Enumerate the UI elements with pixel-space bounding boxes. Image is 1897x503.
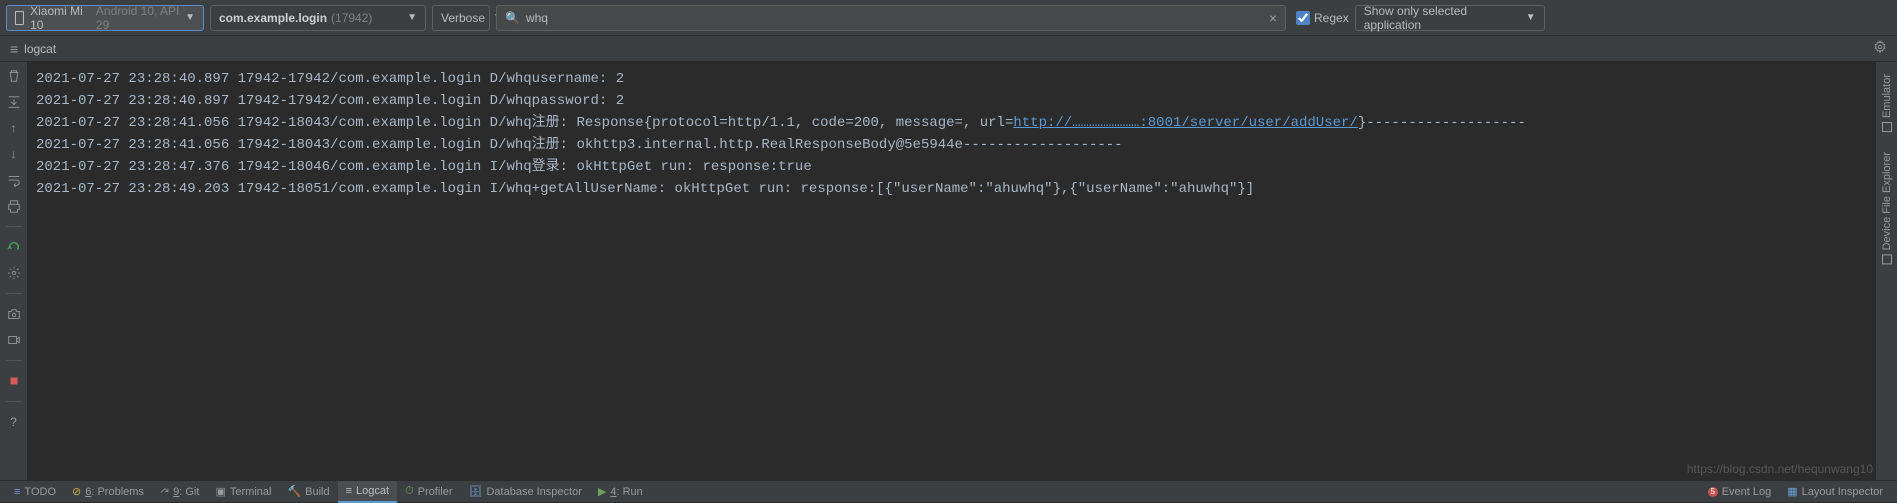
separator — [6, 360, 22, 361]
process-pid: (17942) — [331, 11, 372, 25]
settings-icon[interactable] — [6, 265, 22, 281]
log-output[interactable]: 2021-07-27 23:28:40.897 17942-17942/com.… — [28, 62, 1875, 480]
event-log-button[interactable]: 5 Event Log — [1700, 481, 1780, 503]
restart-icon[interactable] — [6, 239, 22, 255]
up-arrow-icon[interactable]: ↑ — [6, 120, 22, 136]
tab-label: Device File Explorer — [1881, 152, 1893, 250]
tab-problems[interactable]: ⊘ 6: Problems — [64, 481, 152, 503]
chevron-down-icon: ▼ — [407, 12, 417, 23]
stop-icon[interactable] — [6, 373, 22, 389]
log-line: 2021-07-27 23:28:40.897 17942-17942/com.… — [36, 68, 1867, 90]
tab-logcat[interactable]: ≡Logcat — [338, 481, 397, 503]
label: Event Log — [1722, 486, 1772, 498]
label: Database Inspector — [486, 486, 581, 498]
chevron-down-icon: ▼ — [185, 12, 195, 23]
logcat-left-gutter: ↑ ↓ ? — [0, 62, 28, 480]
screenshot-icon[interactable] — [6, 306, 22, 322]
logcat-main-area: ↑ ↓ ? 2021-07-27 23:28:40.897 17942-1794… — [0, 62, 1875, 480]
device-selector[interactable]: Xiaomi Mi 10 Android 10, API 29 ▼ — [6, 5, 204, 31]
right-tool-tabs: Emulator Device File Explorer — [1875, 62, 1897, 480]
filter-label: Show only selected application — [1364, 4, 1526, 32]
log-line: 2021-07-27 23:28:49.203 17942-18051/com.… — [36, 178, 1867, 200]
separator — [6, 226, 22, 227]
log-search-input[interactable] — [526, 11, 1263, 25]
scroll-to-end-icon[interactable] — [6, 94, 22, 110]
tab-git[interactable]: ↱ 9: Git — [152, 481, 208, 503]
log-line: 2021-07-27 23:28:41.056 17942-18043/com.… — [36, 134, 1867, 156]
tab-terminal[interactable]: ▣Terminal — [207, 481, 279, 503]
regex-checkbox[interactable]: Regex — [1296, 11, 1349, 25]
help-icon[interactable]: ? — [6, 414, 22, 430]
error-badge: 5 — [1708, 487, 1718, 497]
label: Profiler — [418, 486, 453, 498]
process-name: com.example.login — [219, 11, 327, 25]
tab-database-inspector[interactable]: 🗄Database Inspector — [461, 481, 590, 503]
search-icon: 🔍 — [505, 11, 520, 25]
log-level-selector[interactable]: Verbose ▼ — [432, 5, 490, 31]
down-arrow-icon[interactable]: ↓ — [6, 146, 22, 162]
log-search-field[interactable]: 🔍 × — [496, 5, 1286, 31]
logcat-icon: ≡ — [10, 41, 18, 57]
gear-icon[interactable] — [1873, 40, 1887, 57]
regex-label: Regex — [1314, 11, 1349, 25]
logcat-top-toolbar: Xiaomi Mi 10 Android 10, API 29 ▼ com.ex… — [0, 0, 1897, 36]
device-name: Xiaomi Mi 10 — [30, 4, 92, 32]
tab-todo[interactable]: ≡ TODO — [6, 481, 64, 503]
tab-device-file-explorer[interactable]: Device File Explorer — [1881, 142, 1893, 274]
phone-icon — [1882, 122, 1892, 132]
log-line: 2021-07-27 23:28:47.376 17942-18046/com.… — [36, 156, 1867, 178]
label: TODO — [24, 486, 56, 498]
watermark: https://blog.csdn.net/hequnwang10 — [1687, 462, 1873, 476]
regex-checkbox-input[interactable] — [1296, 11, 1310, 25]
log-line: 2021-07-27 23:28:40.897 17942-17942/com.… — [36, 90, 1867, 112]
tab-build[interactable]: 🔨Build — [279, 481, 337, 503]
log-line: 2021-07-27 23:28:41.056 17942-18043/com.… — [36, 112, 1867, 134]
filter-selector[interactable]: Show only selected application ▼ — [1355, 5, 1545, 31]
log-level-label: Verbose — [441, 11, 485, 25]
label: Layout Inspector — [1802, 486, 1883, 498]
logcat-header-title: logcat — [24, 42, 56, 56]
screen-record-icon[interactable] — [6, 332, 22, 348]
separator — [6, 401, 22, 402]
device-api: Android 10, API 29 — [96, 4, 185, 32]
print-icon[interactable] — [6, 198, 22, 214]
tab-profiler[interactable]: ⏱Profiler — [397, 481, 460, 503]
clear-search-icon[interactable]: × — [1269, 10, 1277, 26]
layout-inspector-button[interactable]: ▦Layout Inspector — [1779, 481, 1891, 503]
phone-icon — [15, 11, 24, 25]
chevron-down-icon: ▼ — [1526, 12, 1536, 23]
logcat-header-row: ≡ logcat — [0, 36, 1897, 62]
tab-emulator[interactable]: Emulator — [1881, 64, 1893, 142]
process-selector[interactable]: com.example.login (17942) ▼ — [210, 5, 426, 31]
bottom-status-bar: ≡ TODO ⊘ 6: Problems ↱ 9: Git ▣Terminal … — [0, 480, 1897, 502]
separator — [6, 293, 22, 294]
log-url-link[interactable]: http://……………………:8001/server/user/addUser… — [1013, 115, 1357, 131]
label: Terminal — [230, 486, 272, 498]
tab-label: Emulator — [1881, 74, 1893, 118]
label: Logcat — [356, 485, 389, 497]
label: Build — [305, 486, 329, 498]
soft-wrap-icon[interactable] — [6, 172, 22, 188]
trash-icon[interactable] — [6, 68, 22, 84]
folder-icon — [1882, 254, 1892, 264]
tab-run[interactable]: ▶4: Run — [590, 481, 651, 503]
